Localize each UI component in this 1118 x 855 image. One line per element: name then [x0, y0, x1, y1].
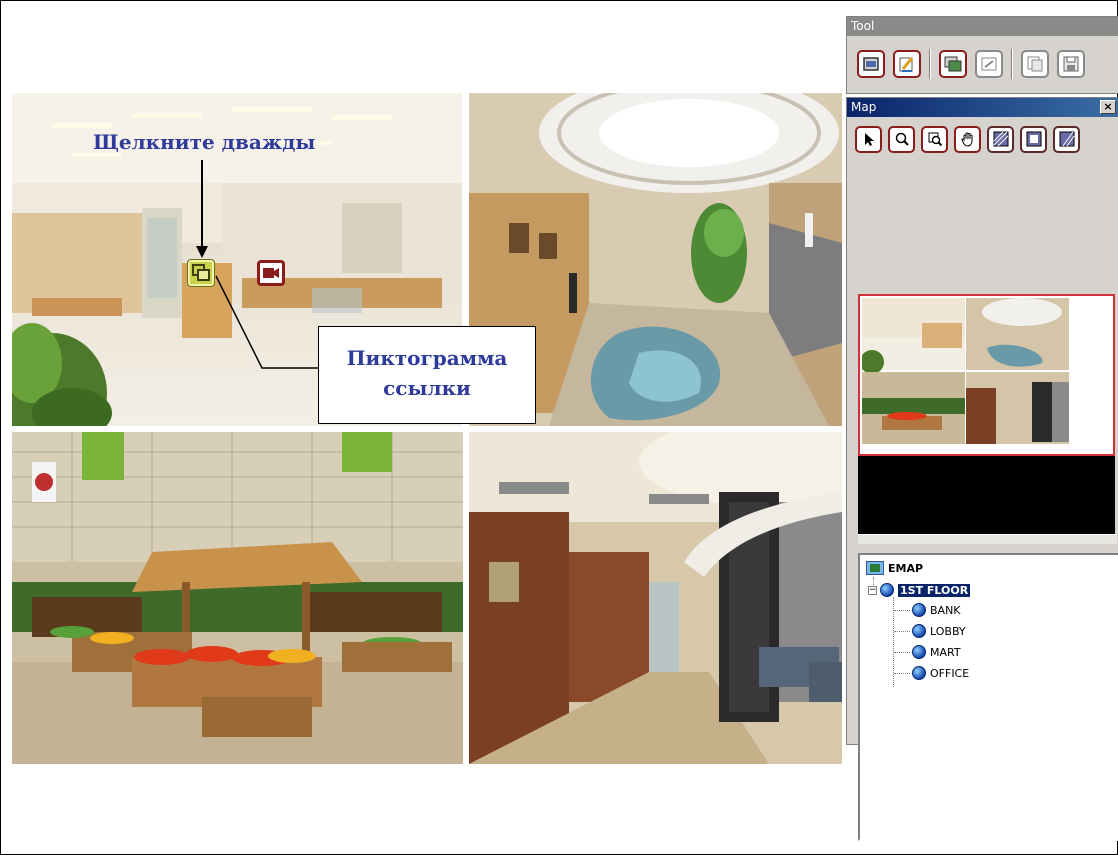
preview-black-area — [858, 456, 1115, 534]
hatch-icon-3[interactable] — [1053, 125, 1080, 153]
tree-node-label: OFFICE — [930, 666, 970, 680]
tool-panel-title: Tool — [847, 17, 1118, 36]
edit-icon[interactable] — [893, 50, 921, 78]
tree-connector — [894, 631, 910, 632]
tool-panel: Tool — [846, 16, 1118, 94]
map-image-office[interactable] — [469, 432, 842, 764]
map-preview-thumbnails — [862, 298, 1069, 444]
copy-icon[interactable] — [1021, 50, 1049, 78]
hatch-icon-2[interactable] — [1020, 125, 1047, 153]
globe-icon — [912, 624, 926, 638]
link-icon-callout: Пиктограмма ссылки — [318, 326, 536, 424]
tree-node-lobby[interactable]: LOBBY — [912, 624, 966, 638]
map-tree: EMAP − 1ST FLOOR BANK LOBBY MART OFFICE — [858, 553, 1118, 841]
tree-connector — [894, 673, 910, 674]
tree-connector — [894, 652, 910, 653]
map-preview[interactable] — [858, 294, 1115, 456]
tree-node-label: MART — [930, 645, 961, 659]
save-icon[interactable] — [1057, 50, 1085, 78]
tree-root-label: EMAP — [888, 561, 924, 575]
map-panel-title-text: Map — [851, 100, 877, 114]
tree-node-mart[interactable]: MART — [912, 645, 961, 659]
globe-icon — [912, 645, 926, 659]
map-panel: Map × EMAP − 1ST FLOOR BANK LOBBY MART O… — [846, 97, 1118, 841]
horizontal-scrollbar[interactable] — [858, 534, 1117, 544]
tree-node-label: LOBBY — [930, 624, 966, 638]
toolbar-separator — [929, 49, 931, 79]
zoom-icon[interactable] — [888, 125, 915, 153]
pointer-icon[interactable] — [855, 125, 882, 153]
map-image-mart[interactable] — [12, 432, 463, 764]
pan-hand-icon[interactable] — [954, 125, 981, 153]
tree-node-office[interactable]: OFFICE — [912, 666, 969, 680]
tree-root-emap[interactable]: EMAP — [866, 561, 923, 575]
globe-icon — [912, 603, 926, 617]
map-panel-title: Map × — [847, 98, 1118, 117]
toolbar-separator — [1011, 49, 1013, 79]
open-map-icon[interactable] — [857, 50, 885, 78]
callout-line-2: ссылки — [383, 376, 471, 400]
folder-icon — [866, 561, 884, 575]
double-click-annotation: Щелкните дважды — [93, 130, 316, 154]
link-map-icon[interactable] — [939, 50, 967, 78]
hatch-icon-1[interactable] — [987, 125, 1014, 153]
camera-icon[interactable] — [257, 260, 285, 286]
callout-line-1: Пиктограмма — [346, 346, 508, 370]
globe-icon — [880, 583, 894, 597]
tree-connector — [894, 610, 910, 611]
tree-node-label: 1ST FLOOR — [896, 582, 972, 598]
collapse-icon[interactable]: − — [868, 585, 877, 595]
tree-node-label: BANK — [930, 603, 961, 617]
tree-node-bank[interactable]: BANK — [912, 603, 961, 617]
globe-icon — [912, 666, 926, 680]
close-icon[interactable]: × — [1100, 100, 1116, 114]
zoom-area-icon[interactable] — [921, 125, 948, 153]
map-link-icon[interactable] — [188, 260, 214, 286]
edit-link-icon[interactable] — [975, 50, 1003, 78]
tree-node-1st-floor[interactable]: − 1ST FLOOR — [868, 582, 972, 598]
